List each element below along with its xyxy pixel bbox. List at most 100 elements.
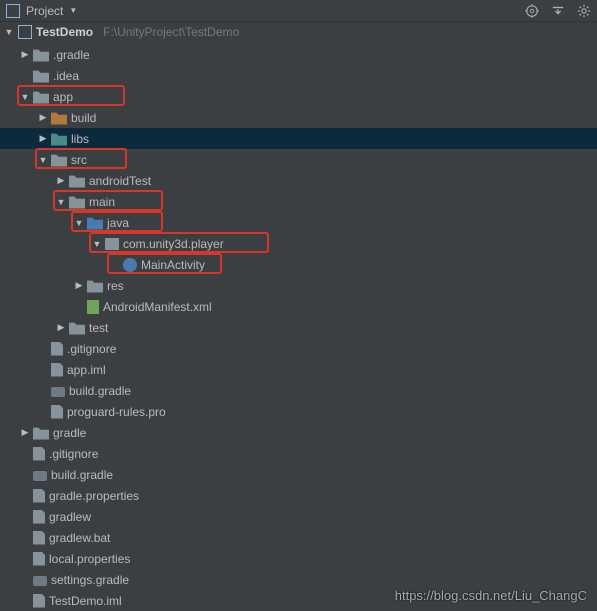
tree-item-label: libs — [71, 132, 89, 146]
module-icon — [18, 25, 32, 39]
tree-item-app[interactable]: app — [0, 86, 597, 107]
chevron-down-icon: ▼ — [69, 6, 77, 15]
toolbar: Project ▼ — [0, 0, 597, 22]
folder-gray-icon — [69, 195, 85, 209]
tree-item-build-gradle[interactable]: build.gradle — [0, 464, 597, 485]
expand-arrow-icon[interactable]: ▼ — [4, 27, 14, 37]
tree-item-proguard-rules-pro[interactable]: proguard-rules.pro — [0, 401, 597, 422]
tree-item--idea[interactable]: .idea — [0, 65, 597, 86]
tree-item-label: .gradle — [53, 48, 90, 62]
tree-item-gradlew-bat[interactable]: gradlew.bat — [0, 527, 597, 548]
tree-item-label: app.iml — [67, 363, 106, 377]
tree-item-local-properties[interactable]: local.properties — [0, 548, 597, 569]
tree-item-src[interactable]: src — [0, 149, 597, 170]
tree-item-settings-gradle[interactable]: settings.gradle — [0, 569, 597, 590]
tree-item-java[interactable]: java — [0, 212, 597, 233]
tree-item-label: settings.gradle — [51, 573, 129, 587]
tree-item-label: AndroidManifest.xml — [103, 300, 212, 314]
tree-item-label: proguard-rules.pro — [67, 405, 166, 419]
project-root[interactable]: ▼ TestDemo F:\UnityProject\TestDemo — [0, 22, 597, 42]
project-path-label: F:\UnityProject\TestDemo — [103, 25, 239, 39]
tree-item-label: .gitignore — [49, 447, 98, 461]
tree-item-test[interactable]: test — [0, 317, 597, 338]
tree-item-androidtest[interactable]: androidTest — [0, 170, 597, 191]
tree-item-label: gradle — [53, 426, 86, 440]
tree-item-label: TestDemo.iml — [49, 594, 122, 608]
tree-item-label: build.gradle — [69, 384, 131, 398]
expand-arrow-icon[interactable] — [20, 427, 30, 438]
view-label: Project — [26, 4, 63, 18]
tree-item-label: local.properties — [49, 552, 130, 566]
expand-arrow-icon[interactable] — [38, 133, 48, 144]
tree-item-gradle-properties[interactable]: gradle.properties — [0, 485, 597, 506]
tree-item-label: .idea — [53, 69, 79, 83]
folder-gray-icon — [33, 48, 49, 62]
tree-item--gitignore[interactable]: .gitignore — [0, 443, 597, 464]
tree-item--gitignore[interactable]: .gitignore — [0, 338, 597, 359]
expand-arrow-icon[interactable] — [74, 218, 84, 228]
project-name-label: TestDemo — [36, 25, 93, 39]
file-icon-icon — [51, 342, 63, 356]
expand-arrow-icon[interactable] — [38, 155, 48, 165]
expand-arrow-icon[interactable] — [20, 92, 30, 102]
view-selector[interactable]: Project ▼ — [6, 4, 525, 18]
tree-item-app-iml[interactable]: app.iml — [0, 359, 597, 380]
folder-gray file-res-icon — [87, 279, 103, 293]
tree-item-label: androidTest — [89, 174, 151, 188]
tree-item-label: test — [89, 321, 108, 335]
tree-item-androidmanifest-xml[interactable]: AndroidManifest.xml — [0, 296, 597, 317]
tree-item-com-unity3d-player[interactable]: com.unity3d.player — [0, 233, 597, 254]
manifest-icon-icon — [87, 300, 99, 314]
folder-gray-icon — [33, 69, 49, 83]
file-icon-icon — [51, 405, 63, 419]
collapse-icon[interactable] — [551, 4, 565, 18]
tree-item-build-gradle[interactable]: build.gradle — [0, 380, 597, 401]
gear-icon[interactable] — [577, 4, 591, 18]
folder-orange-icon — [51, 111, 67, 125]
project-icon — [6, 4, 20, 18]
tree-item-build[interactable]: build — [0, 107, 597, 128]
expand-arrow-icon[interactable] — [20, 49, 30, 60]
file-icon-icon — [33, 447, 45, 461]
file-gradle-icon — [33, 471, 47, 481]
tree-item-res[interactable]: res — [0, 275, 597, 296]
tree-item-libs[interactable]: libs — [0, 128, 597, 149]
tree-item-main[interactable]: main — [0, 191, 597, 212]
expand-arrow-icon[interactable] — [92, 239, 102, 249]
expand-arrow-icon[interactable] — [56, 322, 66, 333]
tree-item-label: main — [89, 195, 115, 209]
tree-item-label: src — [71, 153, 87, 167]
tree-item-label: .gitignore — [67, 342, 116, 356]
file-icon-icon — [33, 552, 45, 566]
folder-gray-icon — [51, 153, 67, 167]
folder-gray-icon — [69, 174, 85, 188]
tree-item-mainactivity[interactable]: MainActivity — [0, 254, 597, 275]
folder-blue-icon — [87, 216, 103, 230]
tree-item-gradle[interactable]: gradle — [0, 422, 597, 443]
expand-arrow-icon[interactable] — [56, 175, 66, 186]
class-icon-icon — [123, 258, 137, 272]
expand-arrow-icon[interactable] — [38, 112, 48, 123]
file-icon-icon — [33, 594, 45, 608]
expand-arrow-icon[interactable] — [74, 280, 84, 291]
tree-item-label: build — [71, 111, 96, 125]
tree-item--gradle[interactable]: .gradle — [0, 44, 597, 65]
file-icon-icon — [33, 510, 45, 524]
package-icon-icon — [105, 238, 119, 250]
project-tree: .gradle .idea app build libs srcandroidTest ma… — [0, 42, 597, 611]
tree-item-label: java — [107, 216, 129, 230]
tree-item-label: MainActivity — [141, 258, 205, 272]
file-gradle-icon — [33, 576, 47, 586]
expand-arrow-icon[interactable] — [56, 197, 66, 207]
folder-teal-icon — [51, 132, 67, 146]
file-icon-icon — [33, 531, 45, 545]
tree-item-label: gradlew — [49, 510, 91, 524]
file-gradle-icon — [51, 387, 65, 397]
tree-item-gradlew[interactable]: gradlew — [0, 506, 597, 527]
tree-item-label: app — [53, 90, 73, 104]
target-icon[interactable] — [525, 4, 539, 18]
tree-item-label: res — [107, 279, 124, 293]
tree-item-label: com.unity3d.player — [123, 237, 224, 251]
watermark-text: https://blog.csdn.net/Liu_ChangC — [395, 588, 587, 603]
folder-gray-icon — [69, 321, 85, 335]
